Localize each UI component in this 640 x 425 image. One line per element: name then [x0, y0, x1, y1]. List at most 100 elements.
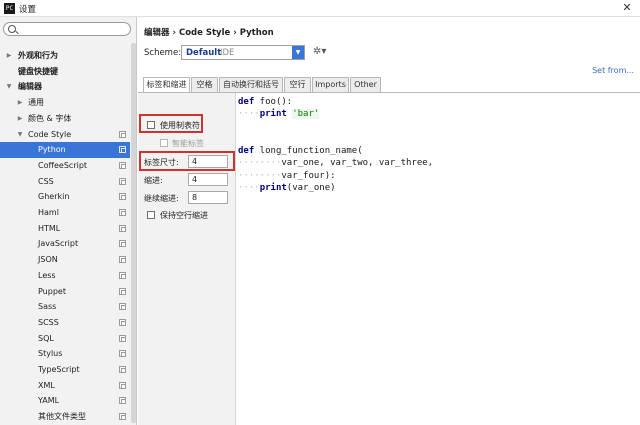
tree-item[interactable]: Python: [0, 142, 130, 158]
tree-item[interactable]: ▼ 编辑器: [0, 79, 130, 95]
code-token: var_four):: [281, 170, 336, 181]
code-token: (var_one): [286, 183, 336, 194]
code-line: def long_function_name(: [238, 145, 433, 157]
tree-item-label: Less: [38, 270, 56, 280]
window-title: 设置: [19, 5, 37, 15]
set-from-link[interactable]: Set from...: [592, 66, 634, 75]
tree-item[interactable]: ▼ Code Style: [0, 127, 130, 143]
tree-item-label: SCSS: [38, 317, 59, 327]
code-token: long_function_name(: [254, 146, 363, 157]
chevron-right-icon[interactable]: ▶: [16, 111, 24, 127]
close-button[interactable]: ✕: [620, 1, 634, 15]
tab-other[interactable]: Other: [350, 77, 381, 92]
tree-item[interactable]: ▶ 颜色 & 字体: [0, 111, 130, 127]
tab-spaces[interactable]: 空格: [191, 77, 218, 92]
code-token: var_one, var_two, var_three,: [281, 158, 434, 169]
tree-item[interactable]: CSS: [0, 174, 130, 190]
tree-item[interactable]: SQL: [0, 331, 130, 347]
smart-tabs-label: 智能标签: [172, 139, 204, 148]
project-scope-icon: [119, 177, 126, 185]
tree-item[interactable]: ▶ 通用: [0, 95, 130, 111]
tree-scrollbar[interactable]: [131, 43, 136, 423]
code-token: def: [238, 146, 255, 157]
tree-item[interactable]: TypeScript: [0, 362, 130, 378]
scheme-dropdown[interactable]: Default IDE ▼: [181, 45, 305, 60]
tab-wrapping-and-braces[interactable]: 自动换行和括号: [219, 77, 283, 92]
project-scope-icon: [119, 240, 126, 248]
code-token: print: [259, 109, 287, 120]
tree-item[interactable]: YAML: [0, 393, 130, 409]
breadcrumb-separator: ›: [172, 28, 176, 38]
tree-item[interactable]: 其他文件类型: [0, 409, 130, 425]
search-input[interactable]: [3, 22, 131, 36]
code-preview: def foo(): ····print 'bar' def long_functi…: [238, 96, 433, 194]
chevron-right-icon[interactable]: ▶: [16, 95, 24, 111]
title-bar: PC 设置 ✕: [0, 0, 640, 17]
tree-item[interactable]: JSON: [0, 252, 130, 268]
tree-item-label: YAML: [38, 396, 60, 406]
whitespace-marker: ····: [238, 183, 260, 194]
chevron-down-icon[interactable]: ▼: [16, 127, 24, 143]
tree-item[interactable]: JavaScript: [0, 236, 130, 252]
chevron-right-icon[interactable]: ▶: [5, 48, 13, 64]
tree-item-label: Haml: [38, 208, 59, 217]
project-scope-icon: [119, 350, 126, 358]
tree-item-label: 通用: [28, 98, 44, 108]
continuation-indent-label: 继续缩进:: [144, 194, 179, 203]
code-token: 'bar': [292, 109, 320, 120]
chevron-down-icon[interactable]: ▼: [5, 79, 13, 95]
project-scope-icon: [119, 146, 126, 154]
project-scope-icon: [119, 381, 126, 389]
scheme-label: Scheme:: [144, 48, 182, 58]
tree-item-label: Code Style: [28, 129, 72, 139]
project-scope-icon: [119, 334, 126, 342]
code-line: ····print(var_one): [238, 182, 433, 194]
project-scope-icon: [119, 366, 126, 373]
keep-indents-checkbox[interactable]: [147, 211, 155, 219]
tree-item-label: Stylus: [38, 349, 63, 359]
project-scope-icon: [119, 397, 126, 405]
scheme-scope: IDE: [220, 48, 235, 58]
tree-item[interactable]: Puppet: [0, 284, 130, 300]
tree-item-label: 外观和行为: [18, 51, 58, 60]
keep-indents-label: 保持空行缩进: [160, 211, 208, 220]
indent-input[interactable]: 4: [188, 173, 228, 186]
tree-item[interactable]: Stylus: [0, 346, 130, 362]
tree-item[interactable]: Sass: [0, 299, 130, 315]
settings-tree-panel: ▶ 外观和行为 键盘快捷键 ▼ 编辑器 ▶ 通用 ▶ 颜色 & 字体 ▼ Code Style Pyt…: [0, 17, 137, 425]
project-scope-icon: [119, 161, 126, 169]
breadcrumb-item: 编辑器: [144, 28, 170, 38]
gear-icon[interactable]: ✲▾: [313, 46, 326, 57]
tab-tabs-and-indents[interactable]: 标签和缩进: [143, 77, 190, 93]
tree-item[interactable]: ▶ 外观和行为: [0, 48, 130, 64]
continuation-indent-input[interactable]: 8: [188, 191, 228, 204]
tree-item[interactable]: 键盘快捷键: [0, 64, 130, 80]
project-scope-icon: [119, 224, 126, 232]
tree-item[interactable]: Gherkin: [0, 189, 130, 205]
tree-item-label: XML: [38, 380, 55, 390]
tree-item[interactable]: SCSS: [0, 315, 130, 331]
tree-item[interactable]: Less: [0, 268, 130, 284]
tree-item-label: 颜色 & 字体: [28, 113, 72, 123]
code-line: ········var_one, var_two, var_three,: [238, 157, 433, 169]
tree-item[interactable]: CoffeeScript: [0, 158, 130, 174]
code-style-panel: 编辑器 › Code Style › Python Scheme: Defaul…: [138, 17, 640, 425]
tree-item-label: CSS: [38, 176, 54, 186]
code-line: ····print 'bar': [238, 108, 433, 120]
breadcrumb-separator: ›: [233, 28, 237, 38]
pycharm-icon: PC: [4, 3, 15, 14]
tree-item-label: JavaScript: [38, 239, 79, 249]
scheme-value: Default: [186, 48, 222, 58]
tree-item[interactable]: XML: [0, 378, 130, 394]
tree-item[interactable]: HTML: [0, 221, 130, 237]
project-scope-icon: [119, 271, 126, 279]
chevron-down-icon[interactable]: ▼: [292, 46, 304, 59]
indent-options-panel: 使用制表符 智能标签 标签尺寸: 4 缩进: 4 继续缩进: 8 保持空行缩进: [138, 93, 236, 425]
whitespace-marker: ········: [238, 158, 282, 169]
tree-item[interactable]: Haml: [0, 205, 130, 221]
tab-imports[interactable]: Imports: [312, 77, 349, 92]
tab-blank-lines[interactable]: 空行: [284, 77, 311, 92]
indent-label: 缩进:: [144, 176, 163, 185]
